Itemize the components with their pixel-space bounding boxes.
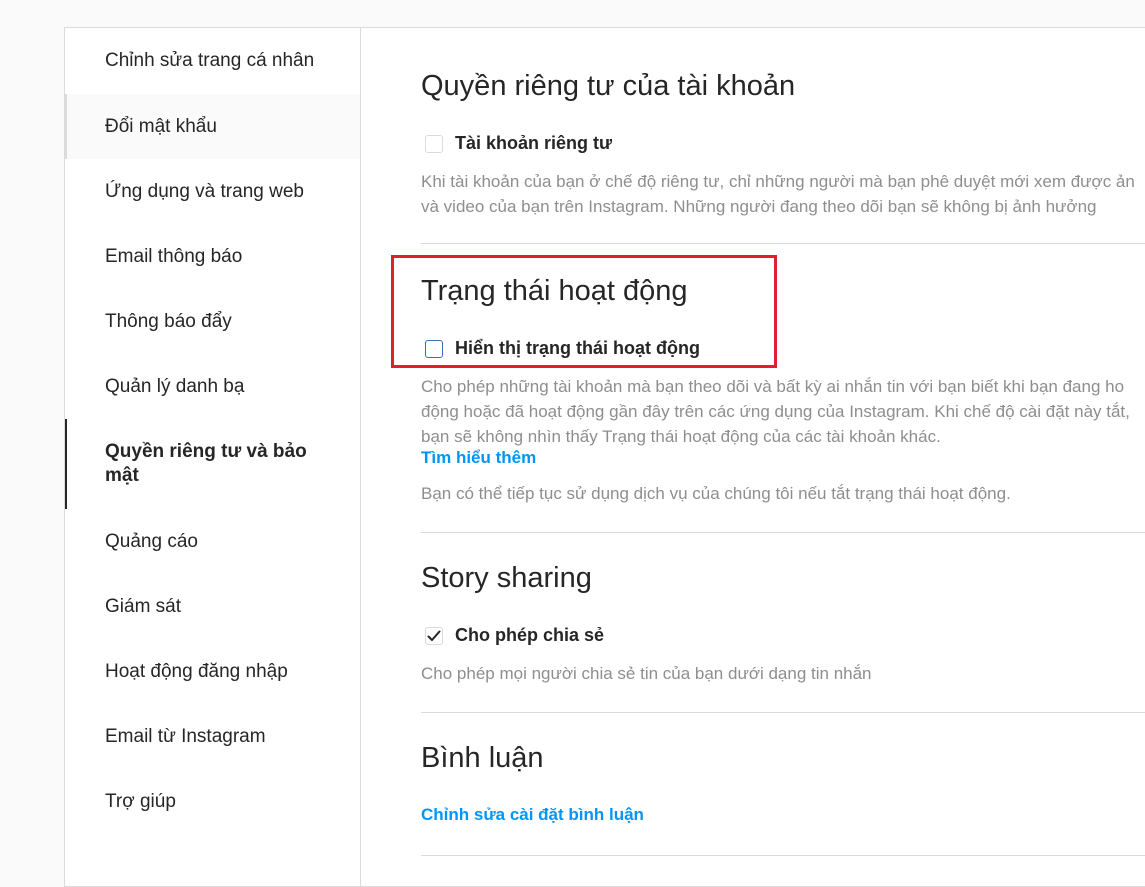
learn-more-link[interactable]: Tìm hiểu thêm bbox=[421, 448, 536, 468]
sidebar-item-apps-websites[interactable]: Ứng dụng và trang web bbox=[65, 159, 360, 224]
account-privacy-description-line-1: Khi tài khoản của bạn ở chế độ riêng tư,… bbox=[421, 172, 1135, 191]
activity-status-title: Trạng thái hoạt động bbox=[421, 275, 688, 307]
divider bbox=[421, 243, 1145, 244]
sidebar-item-login-activity[interactable]: Hoạt động đăng nhập bbox=[65, 639, 360, 704]
private-account-checkbox[interactable] bbox=[425, 134, 443, 153]
checkmark-icon bbox=[427, 630, 441, 641]
divider bbox=[421, 532, 1145, 533]
account-privacy-title: Quyền riêng tư của tài khoản bbox=[421, 70, 796, 102]
sidebar-item-email-notifications[interactable]: Email thông báo bbox=[65, 224, 360, 289]
sidebar-item-help[interactable]: Trợ giúp bbox=[65, 769, 360, 834]
settings-content: Quyền riêng tư của tài khoản Tài khoản r… bbox=[361, 28, 1145, 886]
divider bbox=[421, 855, 1145, 856]
activity-status-description-line-3: bạn sẽ không nhìn thấy Trạng thái hoạt đ… bbox=[421, 427, 941, 446]
sidebar-item-privacy-security[interactable]: Quyền riêng tư và bảo mật bbox=[65, 419, 360, 509]
allow-sharing-checkbox[interactable] bbox=[425, 626, 443, 645]
comments-title: Bình luận bbox=[421, 742, 544, 774]
show-activity-status-checkbox[interactable] bbox=[425, 339, 443, 358]
activity-status-description-line-2: động hoặc đã hoạt động gần đây trên các … bbox=[421, 402, 1130, 421]
private-account-row[interactable]: Tài khoản riêng tư bbox=[425, 133, 612, 154]
allow-sharing-label: Cho phép chia sẻ bbox=[455, 625, 605, 645]
divider bbox=[421, 712, 1145, 713]
show-activity-status-label: Hiển thị trạng thái hoạt động bbox=[455, 338, 700, 358]
sidebar-item-ads[interactable]: Quảng cáo bbox=[65, 509, 360, 574]
activity-status-description-line-1: Cho phép những tài khoản mà bạn theo dõi… bbox=[421, 377, 1125, 396]
story-sharing-title: Story sharing bbox=[421, 562, 592, 594]
allow-sharing-row[interactable]: Cho phép chia sẻ bbox=[425, 625, 604, 646]
account-privacy-description-line-2: và video của bạn trên Instagram. Những n… bbox=[421, 197, 1097, 216]
sidebar-item-emails-from-instagram[interactable]: Email từ Instagram bbox=[65, 704, 360, 769]
sidebar-item-push-notifications[interactable]: Thông báo đẩy bbox=[65, 289, 360, 354]
sidebar-item-edit-profile[interactable]: Chỉnh sửa trang cá nhân bbox=[65, 28, 360, 94]
settings-sidebar: Chỉnh sửa trang cá nhân Đổi mật khẩu Ứng… bbox=[65, 28, 361, 886]
activity-status-note: Bạn có thể tiếp tục sử dụng dịch vụ của … bbox=[421, 484, 1011, 503]
sidebar-item-manage-contacts[interactable]: Quản lý danh bạ bbox=[65, 354, 360, 419]
sidebar-item-supervision[interactable]: Giám sát bbox=[65, 574, 360, 639]
edit-comment-settings-link[interactable]: Chỉnh sửa cài đặt bình luận bbox=[421, 805, 644, 825]
settings-panel: Chỉnh sửa trang cá nhân Đổi mật khẩu Ứng… bbox=[64, 27, 1145, 887]
sidebar-item-change-password[interactable]: Đổi mật khẩu bbox=[65, 94, 360, 159]
private-account-label: Tài khoản riêng tư bbox=[455, 133, 613, 153]
story-sharing-description: Cho phép mọi người chia sẻ tin của bạn d… bbox=[421, 664, 872, 683]
show-activity-status-row[interactable]: Hiển thị trạng thái hoạt động bbox=[425, 338, 700, 359]
